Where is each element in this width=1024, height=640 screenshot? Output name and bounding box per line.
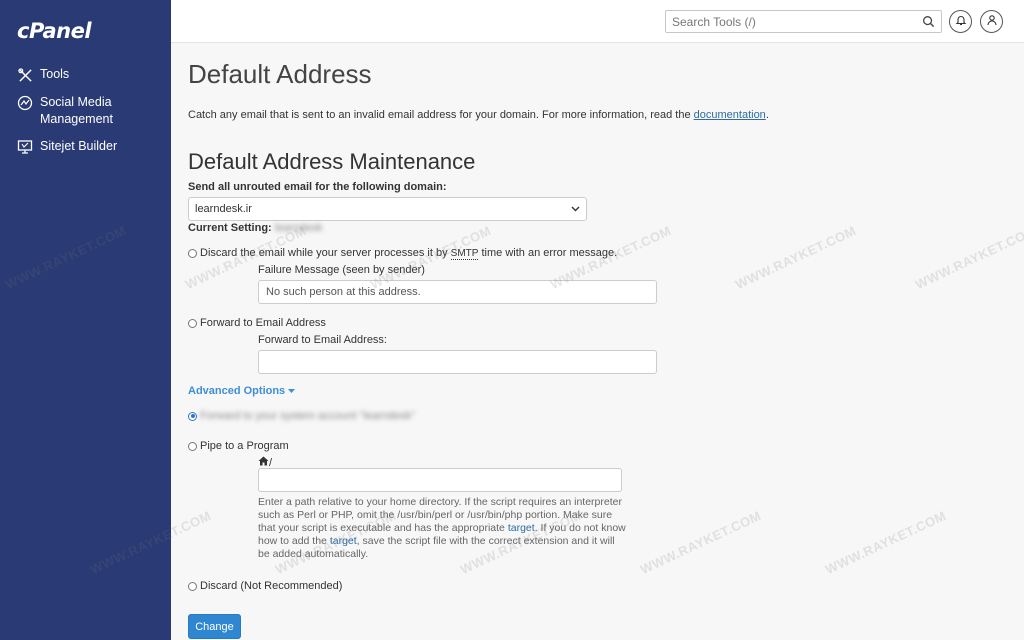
domain-select-value: learndesk.ir	[195, 203, 252, 215]
pipe-program-input[interactable]	[258, 468, 622, 492]
sidebar-item-label: Sitejet Builder	[40, 139, 118, 153]
intro-end: .	[765, 109, 769, 121]
sidebar: cPanel Tools Social Media Management Sit…	[0, 0, 171, 640]
sidebar-item-sitejet[interactable]: Sitejet Builder	[0, 138, 171, 156]
option-pipe-label: Pipe to a Program	[200, 440, 289, 452]
cpanel-logo[interactable]: cPanel	[17, 19, 92, 43]
forward-address-input[interactable]	[258, 350, 657, 374]
option-discard-error: Discard the email while your server proc…	[188, 247, 618, 260]
forward-address-label: Forward to Email Address:	[258, 334, 387, 346]
sidebar-item-label: Social Media Management	[40, 95, 113, 126]
user-menu-button[interactable]	[980, 10, 1003, 33]
discard-text-2: time with an error message.	[478, 247, 618, 259]
search-icon[interactable]	[922, 15, 936, 29]
advanced-options-label: Advanced Options	[188, 385, 286, 397]
domain-label: Send all unrouted email for the followin…	[188, 181, 447, 193]
main-content: Default Address Catch any email that is …	[188, 43, 1008, 640]
option-forward: Forward to Email Address	[188, 317, 326, 329]
pipe-prefix-text: /	[269, 456, 273, 469]
search-input[interactable]	[666, 11, 911, 32]
sidebar-nav: Tools Social Media Management Sitejet Bu…	[0, 66, 171, 166]
page-title: Default Address	[188, 59, 372, 89]
change-button[interactable]: Change	[188, 614, 241, 639]
failure-message-label: Failure Message (seen by sender)	[258, 264, 425, 276]
radio-forward[interactable]	[188, 318, 197, 328]
radio-discard-not-recommended[interactable]	[188, 581, 197, 591]
tools-icon	[16, 66, 34, 84]
chevron-down-icon	[571, 203, 580, 215]
current-setting-label: Current Setting:	[188, 222, 272, 234]
intro-text: Catch any email that is sent to an inval…	[188, 109, 769, 121]
current-setting: Current Setting: learndesk	[188, 222, 323, 234]
option-system-account-label: Forward to your system account "learndes…	[200, 410, 416, 422]
radio-pipe[interactable]	[188, 441, 197, 451]
domain-select[interactable]: learndesk.ir	[188, 197, 587, 221]
search-box	[665, 10, 942, 33]
pipe-help-text: Enter a path relative to your home direc…	[258, 496, 628, 561]
user-icon	[986, 14, 998, 29]
sidebar-item-social-media[interactable]: Social Media Management	[0, 94, 171, 128]
sidebar-item-label: Tools	[40, 67, 70, 81]
option-forward-label: Forward to Email Address	[200, 317, 326, 329]
option-discard-not-recommended: Discard (Not Recommended)	[188, 580, 342, 592]
target-link[interactable]: target	[330, 535, 357, 547]
smtp-abbr: SMTP	[450, 248, 479, 260]
option-pipe: Pipe to a Program	[188, 440, 289, 452]
bell-icon	[955, 14, 967, 29]
current-setting-value: learndesk	[274, 222, 323, 234]
sitejet-icon	[16, 138, 34, 156]
section-title: Default Address Maintenance	[188, 149, 476, 174]
topbar	[171, 0, 1024, 43]
caret-down-icon	[288, 385, 296, 397]
failure-message-input[interactable]	[258, 280, 657, 304]
option-discard-error-label: Discard the email while your server proc…	[200, 247, 618, 260]
option-system-account: Forward to your system account "learndes…	[188, 410, 415, 422]
option-discard-nr-label: Discard (Not Recommended)	[200, 580, 343, 592]
documentation-link[interactable]: documentation	[694, 109, 766, 121]
notifications-button[interactable]	[949, 10, 972, 33]
radio-discard-error[interactable]	[188, 248, 197, 258]
sidebar-item-tools[interactable]: Tools	[0, 66, 171, 84]
target-link[interactable]: target	[508, 522, 535, 534]
intro-body: Catch any email that is sent to an inval…	[188, 109, 694, 121]
radio-system-account[interactable]	[188, 411, 197, 421]
social-media-icon	[16, 94, 34, 112]
discard-text-1: Discard the email while your server proc…	[200, 247, 451, 259]
advanced-options-toggle[interactable]: Advanced Options	[188, 385, 296, 397]
